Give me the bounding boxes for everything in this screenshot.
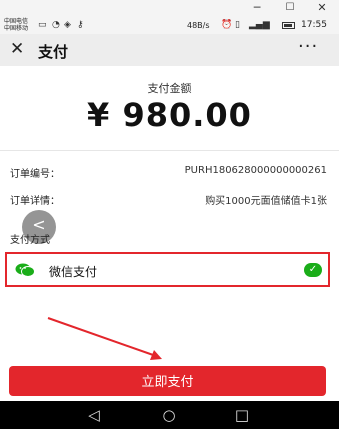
android-nav-bar: ◁ ○ □: [0, 401, 339, 429]
home-nav-icon[interactable]: ○: [157, 405, 181, 425]
annotation-arrow: [47, 317, 162, 360]
recents-nav-icon[interactable]: □: [230, 405, 254, 425]
pay-now-button[interactable]: 立即支付: [9, 366, 326, 396]
back-nav-icon[interactable]: ◁: [82, 405, 106, 425]
